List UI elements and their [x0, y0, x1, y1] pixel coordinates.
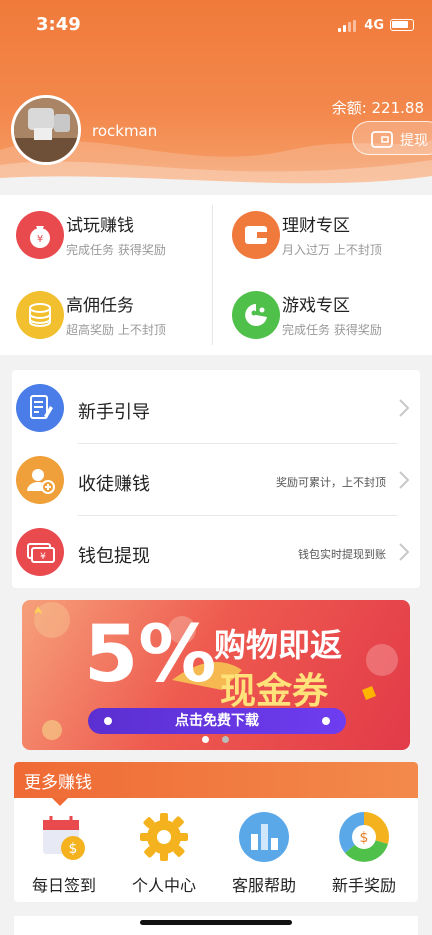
wallet-icon	[232, 211, 280, 259]
list-item-title: 新手引导	[78, 402, 150, 423]
bar-chart-icon	[239, 812, 289, 862]
svg-text:¥: ¥	[37, 234, 43, 245]
avatar[interactable]	[11, 95, 81, 165]
chevron-right-icon	[399, 471, 410, 489]
feature-grid: ¥ 试玩赚钱 完成任务 获得奖励 理财专区 月入过万 上不封顶 高佣任务 超高奖…	[0, 195, 432, 355]
grid-item-high-commission[interactable]: 高佣任务 超高奖励 上不封顶	[0, 275, 216, 355]
status-time: 3:49	[36, 14, 81, 35]
status-bar: 3:49 4G	[0, 0, 432, 48]
shortcut-personal-center[interactable]: 个人中心	[114, 810, 214, 900]
section-title: 更多赚钱	[24, 773, 92, 793]
money-bag-icon: ¥	[16, 211, 64, 259]
list-item-title: 钱包提现	[78, 546, 150, 567]
list-item-beginner-guide[interactable]: 新手引导	[12, 372, 420, 444]
section-header-pointer	[52, 798, 68, 806]
promo-banner[interactable]: 5% 购物即返 现金券 点击免费下载	[22, 600, 410, 750]
shortcut-newbie-reward[interactable]: $ 新手奖励	[314, 810, 414, 900]
withdraw-label: 提现	[400, 133, 428, 149]
balance-label: 余额: 221.88	[331, 99, 424, 117]
menu-list: 新手引导 收徒赚钱 奖励可累计，上不封顶 ¥ 钱包提现 钱包实时提现到账	[12, 370, 420, 588]
battery-icon	[390, 19, 414, 31]
list-item-note: 奖励可累计，上不封顶	[276, 476, 386, 489]
cash-icon: ¥	[16, 528, 64, 576]
shortcut-label: 客服帮助	[231, 876, 296, 895]
more-earn-section: 更多赚钱 $ 每日签到 个人中心 客服帮助 $ 新手奖励	[14, 762, 418, 902]
game-icon	[232, 291, 280, 339]
grid-item-title: 游戏专区	[282, 296, 350, 316]
shortcut-label: 每日签到	[31, 876, 96, 895]
svg-text:$: $	[69, 841, 78, 857]
grid-item-subtitle: 超高奖励 上不封顶	[66, 323, 166, 337]
list-item-wallet-withdraw[interactable]: ¥ 钱包提现 钱包实时提现到账	[12, 516, 420, 588]
home-indicator[interactable]	[140, 920, 292, 925]
shortcut-daily-signin[interactable]: $ 每日签到	[14, 810, 114, 900]
pager-dot[interactable]	[222, 736, 229, 743]
grid-item-games[interactable]: 游戏专区 完成任务 获得奖励	[216, 275, 432, 355]
shortcut-customer-help[interactable]: 客服帮助	[214, 810, 314, 900]
avatar-photo	[14, 98, 78, 162]
grid-item-title: 理财专区	[282, 216, 350, 236]
section-header: 更多赚钱	[14, 762, 418, 798]
banner-headline: 购物即返	[214, 626, 343, 664]
grid-item-trial-earn[interactable]: ¥ 试玩赚钱 完成任务 获得奖励	[0, 195, 216, 275]
grid-item-subtitle: 完成任务 获得奖励	[66, 243, 166, 257]
banner-download-button[interactable]: 点击免费下载	[88, 708, 346, 734]
pager-dot-active[interactable]	[202, 736, 209, 743]
chevron-right-icon	[399, 399, 410, 417]
guide-document-icon	[16, 384, 64, 432]
banner-pager	[180, 736, 229, 746]
banner-subheadline: 现金券	[220, 671, 329, 712]
banner-percent: 5%	[84, 610, 217, 700]
svg-text:¥: ¥	[40, 552, 46, 562]
withdraw-button[interactable]: 提现	[352, 121, 432, 155]
add-user-icon	[16, 456, 64, 504]
grid-item-title: 高佣任务	[66, 296, 134, 316]
shortcut-label: 个人中心	[131, 876, 196, 895]
grid-divider	[212, 205, 213, 345]
signal-icon	[338, 20, 358, 32]
list-item-recruit-earn[interactable]: 收徒赚钱 奖励可累计，上不封顶	[12, 444, 420, 516]
list-item-title: 收徒赚钱	[78, 474, 150, 495]
network-label: 4G	[364, 18, 384, 33]
grid-item-finance[interactable]: 理财专区 月入过万 上不封顶	[216, 195, 432, 275]
banner-cta-label: 点击免费下载	[175, 713, 259, 729]
profile-header: 3:49 4G rockman 余额: 221.88 提现	[0, 0, 432, 185]
chevron-right-icon	[399, 543, 410, 561]
calendar-coin-icon: $	[43, 816, 85, 860]
username: rockman	[92, 122, 158, 140]
grid-item-subtitle: 完成任务 获得奖励	[282, 323, 382, 337]
shortcut-label: 新手奖励	[331, 876, 396, 895]
wallet-icon	[371, 131, 393, 148]
grid-item-title: 试玩赚钱	[66, 216, 134, 236]
grid-item-subtitle: 月入过万 上不封顶	[282, 243, 382, 257]
bar-dot	[104, 717, 112, 725]
dollar-pie-icon: $	[339, 812, 389, 862]
list-item-note: 钱包实时提现到账	[298, 548, 386, 561]
coins-icon	[16, 291, 64, 339]
gear-icon	[140, 813, 188, 861]
next-card	[14, 916, 418, 935]
svg-text:$: $	[360, 830, 369, 846]
bar-dot	[322, 717, 330, 725]
